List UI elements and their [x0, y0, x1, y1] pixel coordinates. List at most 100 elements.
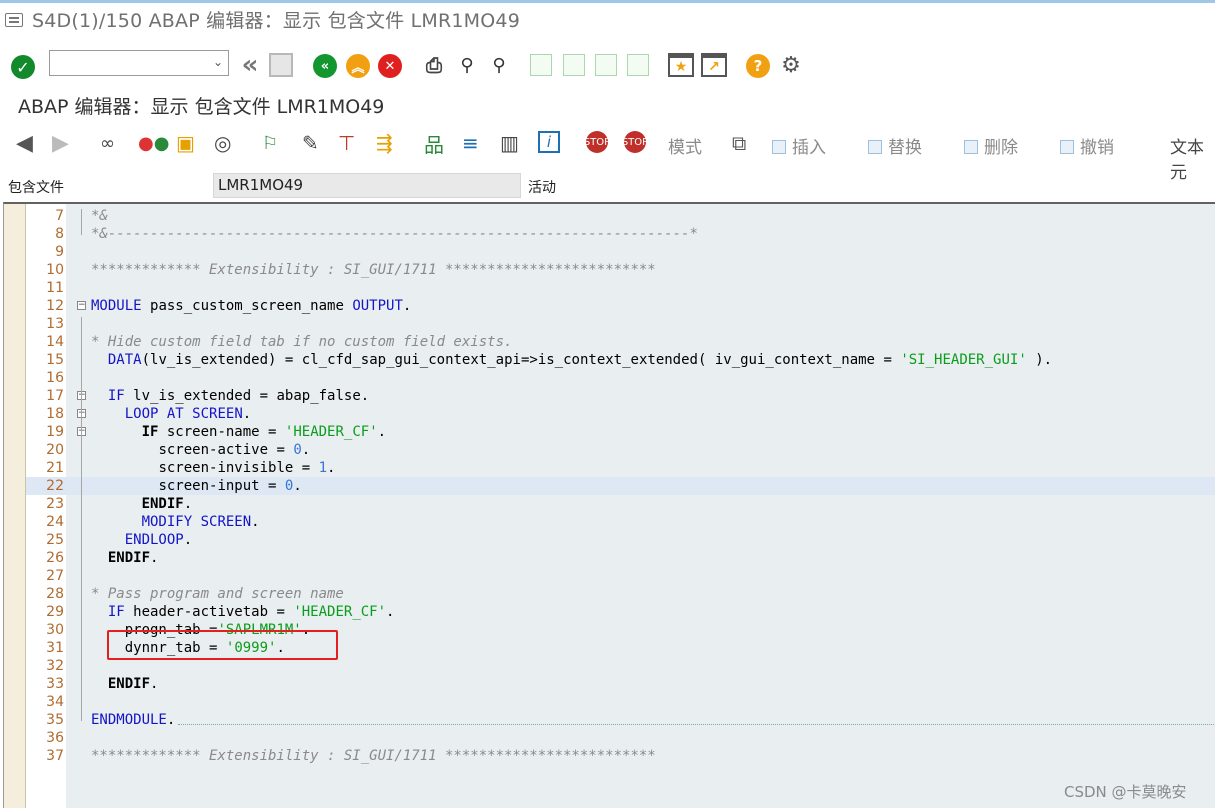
code-line[interactable]: 17− IF lv_is_extended = abap_false. — [26, 387, 1215, 405]
forward-arrow-icon[interactable]: ▶ — [52, 131, 69, 156]
collapse-left-icon[interactable]: « — [236, 50, 264, 80]
code-lines[interactable]: 7 *& 8 *&----------------------------------… — [26, 204, 1215, 808]
previous-page-icon[interactable] — [563, 54, 585, 76]
code-line[interactable]: 16 — [26, 369, 1215, 387]
code-line[interactable]: 26 ENDIF. — [26, 549, 1215, 567]
code-line[interactable]: 33 ENDIF. — [26, 675, 1215, 693]
window-title: S4D(1)/150 ABAP 编辑器：显示 包含文件 LMR1MO49 — [32, 10, 520, 32]
activate-icon[interactable]: ✎ — [302, 131, 319, 155]
watermark: CSDN @卡莫晚安 — [1064, 783, 1187, 801]
last-page-icon[interactable] — [627, 54, 649, 76]
enter-check-icon[interactable]: ✓ — [11, 55, 35, 79]
code-line[interactable]: 37 ************* Extensibility : SI_GUI/1… — [26, 747, 1215, 765]
back-icon[interactable]: « — [313, 54, 337, 78]
line-number: 37 — [46, 748, 64, 764]
code-line[interactable]: 18− LOOP AT SCREEN. — [26, 405, 1215, 423]
code-line[interactable]: 12 − MODULE pass_custom_screen_name OUTPUT… — [26, 297, 1215, 315]
code-line[interactable]: 15 DATA(lv_is_extended) = cl_cfd_sap_gui… — [26, 351, 1215, 369]
delete-label: 删除 — [984, 138, 1018, 158]
replace-icon — [868, 140, 882, 154]
code-line[interactable]: 28 * Pass program and screen name — [26, 585, 1215, 603]
code-line[interactable]: 24 MODIFY SCREEN. — [26, 513, 1215, 531]
line-number: 24 — [46, 514, 64, 530]
menu-icon[interactable] — [5, 12, 23, 27]
code-line[interactable]: 34 — [26, 693, 1215, 711]
include-label: 包含文件 — [8, 180, 64, 196]
delete-button[interactable]: 删除 — [964, 133, 1018, 158]
chevron-down-icon[interactable]: ⌄ — [213, 55, 223, 69]
insert-icon — [772, 140, 786, 154]
line-number: 30 — [46, 622, 64, 638]
line-number: 27 — [46, 568, 64, 584]
code-text: DATA(lv_is_extended) = cl_cfd_sap_gui_co… — [107, 352, 1053, 368]
other-object-icon[interactable]: ● ● — [138, 131, 169, 155]
new-session-icon[interactable]: ★ — [668, 53, 694, 77]
help-icon[interactable]: ? — [746, 54, 770, 78]
command-field[interactable]: ⌄ — [49, 50, 229, 76]
code-line[interactable]: 20 screen-active = 0. — [26, 441, 1215, 459]
code-text: screen-active = 0. — [158, 442, 311, 458]
include-name-field: LMR1MO49 — [213, 173, 521, 198]
code-line[interactable]: 25 ENDLOOP. — [26, 531, 1215, 549]
code-line[interactable]: 22 screen-input = 0. — [26, 477, 1215, 495]
code-line[interactable]: 23 ENDIF. — [26, 495, 1215, 513]
exit-icon[interactable]: ︽ — [346, 54, 370, 78]
code-line[interactable]: 9 — [26, 243, 1215, 261]
line-number: 32 — [46, 658, 64, 674]
code-text: *& — [91, 208, 108, 224]
print-icon[interactable]: ⎙ — [421, 53, 447, 77]
line-number: 14 — [46, 334, 64, 350]
line-number: 9 — [55, 244, 64, 260]
code-line[interactable]: 27 — [26, 567, 1215, 585]
line-number: 19 — [46, 424, 64, 440]
layout-icon[interactable]: ▥ — [500, 131, 519, 155]
code-text: MODIFY SCREEN. — [141, 514, 260, 530]
pretty-printer-icon[interactable]: ≡ — [462, 131, 479, 155]
settings-gear-icon[interactable]: ⚙ — [778, 52, 804, 78]
shortcut-icon[interactable]: ↗ — [701, 53, 727, 77]
fold-toggle-icon[interactable]: − — [77, 301, 86, 310]
where-used-icon[interactable]: ◎ — [214, 131, 231, 155]
first-page-icon[interactable] — [530, 54, 552, 76]
pattern-icon[interactable]: ⧉ — [732, 131, 746, 155]
save-icon[interactable] — [269, 53, 293, 77]
active-inactive-icon[interactable]: ▣ — [176, 131, 195, 155]
navigation-tree-icon[interactable]: 品 — [424, 131, 444, 157]
code-editor[interactable]: 7 *& 8 *&----------------------------------… — [3, 202, 1215, 808]
undo-button[interactable]: 撤销 — [1060, 133, 1114, 158]
find-next-icon[interactable]: ⚲ — [486, 53, 512, 77]
module-end-divider — [178, 724, 1214, 725]
code-line[interactable]: 14 * Hide custom field tab if no custom f… — [26, 333, 1215, 351]
set-breakpoint-icon[interactable]: STOP — [584, 131, 610, 153]
find-icon[interactable]: ⚲ — [454, 53, 480, 77]
test-icon[interactable]: ⊤ — [338, 131, 355, 155]
code-line[interactable]: 13 — [26, 315, 1215, 333]
code-line[interactable]: 11 — [26, 279, 1215, 297]
undo-icon — [1060, 140, 1074, 154]
line-number: 26 — [46, 550, 64, 566]
code-line[interactable]: 36 — [26, 729, 1215, 747]
annotation-highlight-box — [107, 630, 338, 660]
replace-button[interactable]: 替换 — [868, 133, 922, 158]
code-line[interactable]: 29 IF header-activetab = 'HEADER_CF'. — [26, 603, 1215, 621]
insert-button[interactable]: 插入 — [772, 133, 826, 158]
code-line[interactable]: 21 screen-invisible = 1. — [26, 459, 1215, 477]
include-field-row: 包含文件 LMR1MO49 活动 — [0, 172, 1215, 200]
check-syntax-icon[interactable]: ⚐ — [262, 131, 278, 155]
object-list-icon[interactable]: ⇶ — [376, 131, 393, 155]
display-change-icon[interactable]: ∞ — [100, 131, 115, 155]
next-page-icon[interactable] — [595, 54, 617, 76]
code-line[interactable]: 19− IF screen-name = 'HEADER_CF'. — [26, 423, 1215, 441]
code-line[interactable]: 10 ************* Extensibility : SI_GUI/1… — [26, 261, 1215, 279]
back-arrow-icon[interactable]: ◀ — [16, 131, 33, 156]
info-icon[interactable]: i — [538, 131, 560, 153]
code-text: screen-input = 0. — [158, 478, 302, 494]
line-number: 25 — [46, 532, 64, 548]
code-line[interactable]: 8 *&-------------------------------------… — [26, 225, 1215, 243]
code-line[interactable]: 35 ENDMODULE. — [26, 711, 1215, 729]
cancel-icon[interactable]: ✕ — [378, 54, 402, 78]
session-breakpoint-icon[interactable]: STOP — [622, 131, 648, 153]
code-line[interactable]: 7 *& — [26, 207, 1215, 225]
code-text: IF header-activetab = 'HEADER_CF'. — [107, 604, 395, 620]
mode-button[interactable]: 模式 — [668, 133, 702, 158]
